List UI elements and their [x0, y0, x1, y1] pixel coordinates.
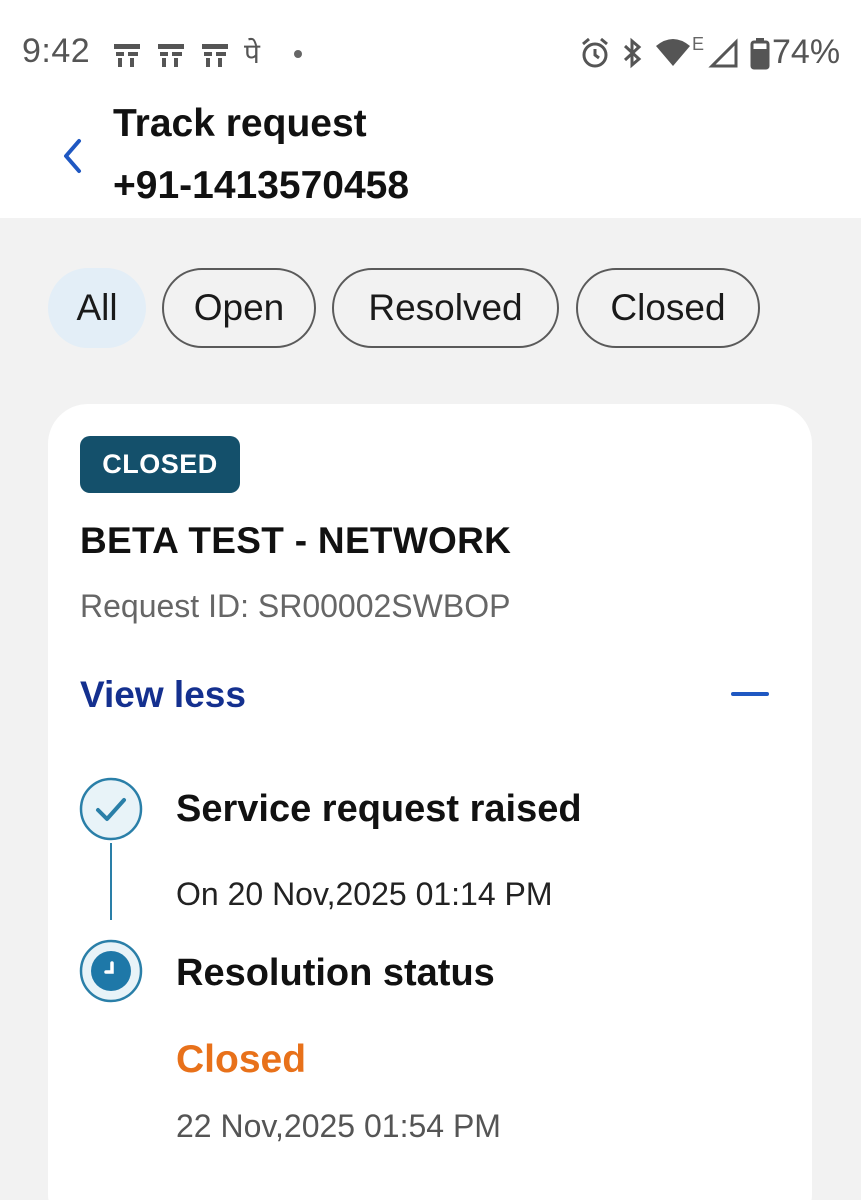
chevron-left-icon — [64, 139, 81, 173]
wifi-icon — [656, 39, 690, 66]
filter-chip-all[interactable]: All — [48, 268, 146, 348]
filter-chip-resolved[interactable]: Resolved — [332, 268, 559, 348]
timeline-step-date: On 20 Nov,2025 01:14 PM — [176, 876, 553, 912]
app-header: Track request +91-1413570458 — [0, 100, 861, 218]
request-title: BETA TEST - NETWORK — [80, 520, 512, 561]
battery-level: 74% — [772, 33, 841, 71]
request-card: CLOSED BETA TEST - NETWORK Request ID: S… — [48, 404, 812, 1200]
timeline-step-title: Service request raised — [176, 788, 582, 830]
request-id: Request ID: SR00002SWBOP — [80, 588, 511, 624]
app-notification-icon — [158, 44, 184, 67]
signal-icon — [708, 38, 738, 68]
page-title: Track request — [113, 102, 367, 145]
collapse-button[interactable] — [728, 672, 772, 716]
back-button[interactable] — [50, 128, 94, 184]
view-less-link[interactable]: View less — [80, 674, 246, 716]
filter-chip-closed[interactable]: Closed — [576, 268, 760, 348]
more-notifications-dot — [294, 50, 302, 58]
resolution-status-value: Closed — [176, 1038, 307, 1081]
minus-icon — [731, 692, 769, 696]
status-bar: 9:42 पे E 74% — [0, 0, 861, 100]
bluetooth-icon — [623, 37, 642, 69]
filter-chip-open[interactable]: Open — [162, 268, 316, 348]
alarm-icon — [582, 37, 608, 68]
phonepe-icon: पे — [244, 37, 260, 70]
page-subtitle: +91-1413570458 — [113, 164, 410, 207]
check-circle-icon — [79, 777, 143, 841]
battery-icon — [750, 38, 770, 70]
network-type-label: E — [692, 34, 705, 54]
status-time: 9:42 — [22, 32, 91, 70]
status-badge: CLOSED — [80, 436, 240, 493]
timeline-step-title: Resolution status — [176, 952, 495, 994]
timeline-connector — [110, 843, 112, 920]
app-notification-icon — [114, 44, 140, 67]
app-notification-icon — [202, 44, 228, 67]
clock-circle-icon — [79, 939, 143, 1003]
timeline-step-date: 22 Nov,2025 01:54 PM — [176, 1108, 501, 1144]
